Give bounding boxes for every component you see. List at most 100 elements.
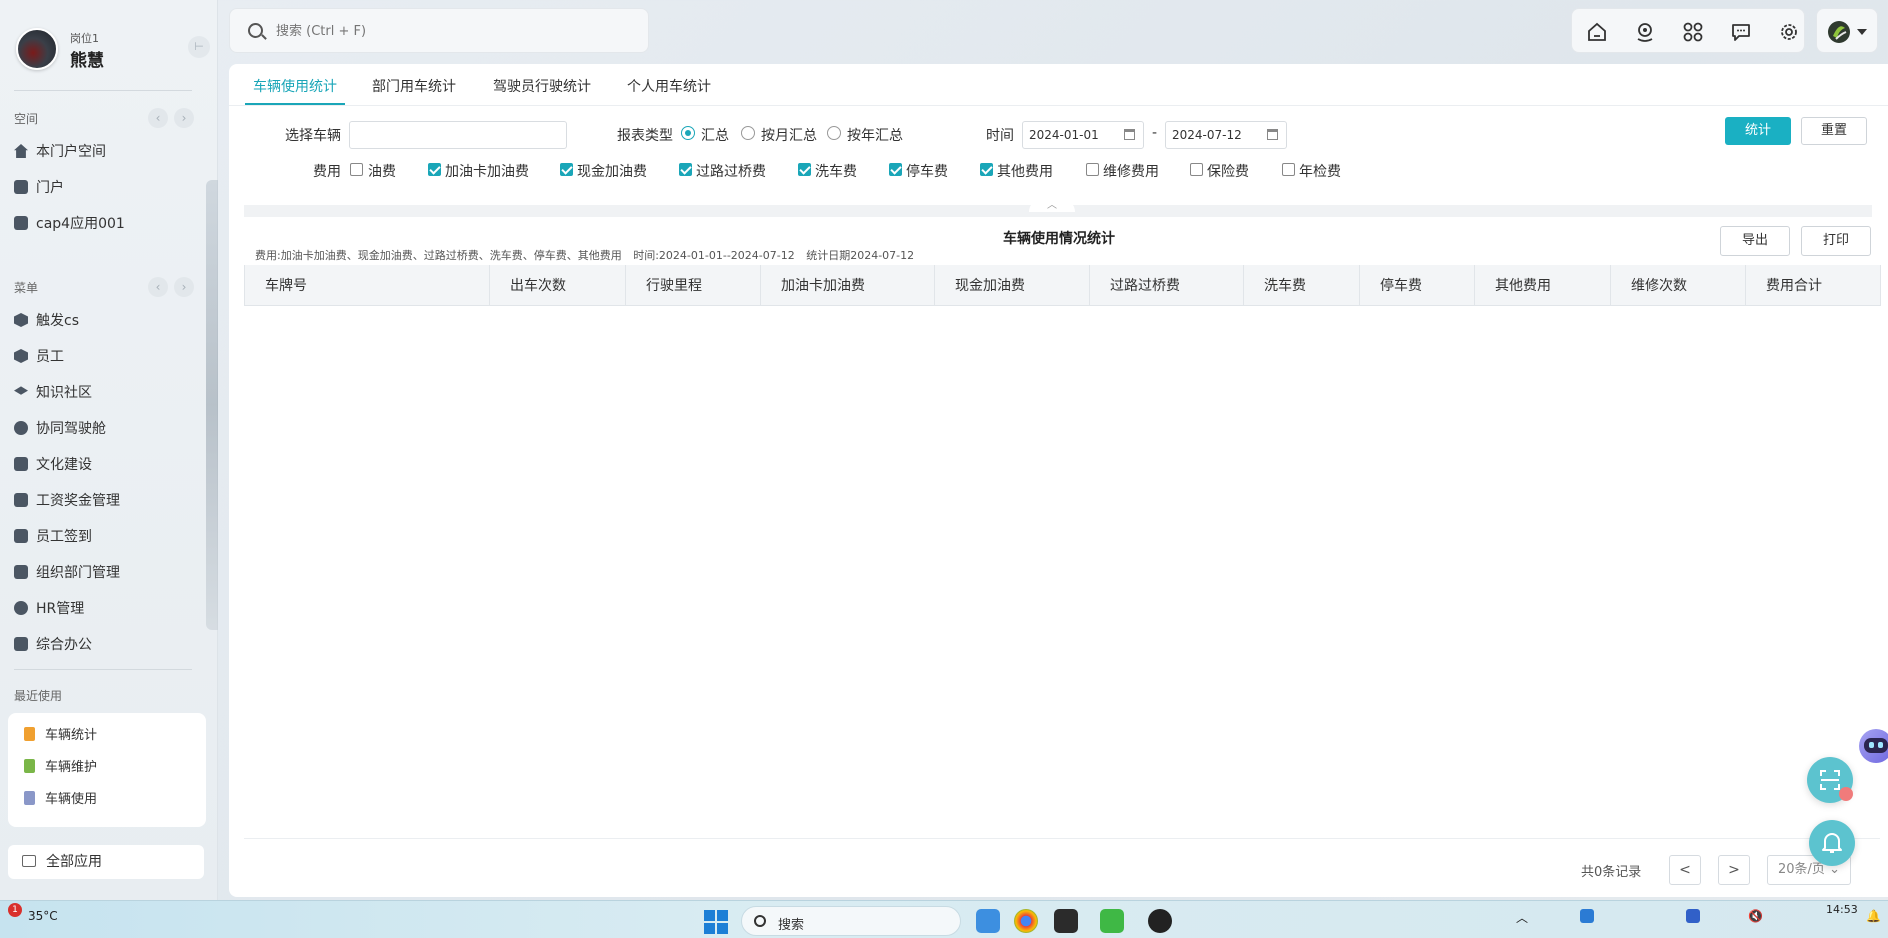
sidebar-collapse-icon[interactable]: ⊢ <box>188 36 210 58</box>
global-search[interactable] <box>229 8 649 53</box>
column-header[interactable]: 费用合计 <box>1745 265 1881 306</box>
tab-vehicle-usage[interactable]: 车辆使用统计 <box>245 76 345 105</box>
sidebar-item-culture[interactable]: 文化建设 <box>14 451 204 479</box>
vehicle-select-input[interactable] <box>349 121 567 149</box>
sidebar-item-cap4-app[interactable]: cap4应用001 <box>14 210 204 238</box>
sidebar-item-space-home[interactable]: 本门户空间 <box>14 138 204 166</box>
date-to-input[interactable]: 2024-07-12 <box>1165 121 1287 149</box>
location-icon[interactable] <box>1634 21 1656 43</box>
column-header[interactable]: 出车次数 <box>489 265 626 306</box>
collapse-filter-icon[interactable]: ︿ <box>1029 198 1075 212</box>
sidebar-item-hr[interactable]: HR管理 <box>14 595 204 623</box>
column-header[interactable]: 停车费 <box>1359 265 1475 306</box>
edge-icon[interactable] <box>976 909 1000 933</box>
volume-mute-icon[interactable]: 🔇 <box>1748 909 1763 923</box>
chevron-left-icon[interactable]: ‹ <box>148 108 168 128</box>
sidebar-item-employee[interactable]: 员工 <box>14 343 204 371</box>
tab-dept-usage[interactable]: 部门用车统计 <box>372 76 456 96</box>
column-header[interactable]: 现金加油费 <box>934 265 1090 306</box>
fee-checkbox-insurance[interactable] <box>1190 163 1203 176</box>
chevron-left-icon[interactable]: ‹ <box>148 277 168 297</box>
weather-temp[interactable]: 35°C <box>28 909 58 923</box>
radio-monthly[interactable] <box>741 126 755 140</box>
radio-summary[interactable] <box>681 126 695 140</box>
sidebar-item-office[interactable]: 综合办公 <box>14 631 204 659</box>
settings-icon[interactable] <box>1778 21 1800 43</box>
search-input[interactable] <box>276 20 626 42</box>
fee-checkbox-label[interactable]: 加油卡加油费 <box>445 161 529 181</box>
fee-checkbox-label[interactable]: 保险费 <box>1207 161 1249 181</box>
tab-personal-usage[interactable]: 个人用车统计 <box>627 76 711 96</box>
sidebar-item-salary[interactable]: 工资奖金管理 <box>14 487 204 515</box>
calendar-icon[interactable] <box>1124 129 1135 140</box>
column-header[interactable]: 过路过桥费 <box>1089 265 1244 306</box>
pager-next-button[interactable]: > <box>1718 855 1750 885</box>
all-apps-button[interactable]: 全部应用 <box>8 845 204 879</box>
recent-item-vehicle-usage[interactable]: 车辆使用 <box>24 789 97 811</box>
ai-assistant-icon[interactable] <box>1859 729 1888 763</box>
fee-checkbox-label[interactable]: 洗车费 <box>815 161 857 181</box>
column-header[interactable]: 其他费用 <box>1474 265 1611 306</box>
ide-icon[interactable] <box>1054 909 1078 933</box>
pager-prev-button[interactable]: < <box>1669 855 1701 885</box>
column-header[interactable]: 洗车费 <box>1243 265 1360 306</box>
export-button[interactable]: 导出 <box>1720 226 1790 256</box>
column-header[interactable]: 维修次数 <box>1610 265 1746 306</box>
stat-button[interactable]: 统计 <box>1725 117 1791 145</box>
radio-yearly[interactable] <box>827 126 841 140</box>
fee-checkbox-other[interactable] <box>980 163 993 176</box>
tray-app-icon[interactable] <box>1580 909 1594 923</box>
sidebar-item-checkin[interactable]: 员工签到 <box>14 523 204 551</box>
fee-checkbox-label[interactable]: 现金加油费 <box>577 161 647 181</box>
notification-bell-icon[interactable]: 🔔 <box>1866 909 1881 923</box>
home-icon[interactable] <box>1586 21 1608 43</box>
column-header[interactable]: 行驶里程 <box>625 265 761 306</box>
fee-checkbox-label[interactable]: 其他费用 <box>997 161 1053 181</box>
sidebar-item-portal[interactable]: 门户 <box>14 174 204 202</box>
print-button[interactable]: 打印 <box>1801 226 1871 256</box>
wechat-icon[interactable] <box>1100 909 1124 933</box>
windows-start-icon[interactable] <box>704 910 728 934</box>
tab-driver-mileage[interactable]: 驾驶员行驶统计 <box>493 76 591 96</box>
brand-menu[interactable] <box>1816 8 1878 53</box>
fee-checkbox-cash-fuel[interactable] <box>560 163 573 176</box>
fee-checkbox-label[interactable]: 过路过桥费 <box>696 161 766 181</box>
fee-checkbox-label[interactable]: 维修费用 <box>1103 161 1159 181</box>
notification-button[interactable] <box>1809 820 1855 866</box>
fee-checkbox-fuel[interactable] <box>350 163 363 176</box>
fee-checkbox-label[interactable]: 油费 <box>368 161 396 181</box>
fee-checkbox-carwash[interactable] <box>798 163 811 176</box>
avatar[interactable] <box>16 28 58 70</box>
tray-app-icon[interactable] <box>1686 909 1700 923</box>
sidebar-item-knowledge[interactable]: 知识社区 <box>14 379 204 407</box>
chevron-right-icon[interactable]: › <box>174 277 194 297</box>
user-profile[interactable]: 岗位1 熊慧 ⊢ <box>16 28 210 74</box>
fee-checkbox-toll[interactable] <box>679 163 692 176</box>
fee-checkbox-card-fuel[interactable] <box>428 163 441 176</box>
recent-item-vehicle-stats[interactable]: 车辆统计 <box>24 725 97 747</box>
taskbar-search[interactable]: 搜索 <box>741 906 961 936</box>
fee-checkbox-label[interactable]: 停车费 <box>906 161 948 181</box>
chrome-icon[interactable] <box>1014 909 1038 933</box>
fee-checkbox-label[interactable]: 年检费 <box>1299 161 1341 181</box>
radio-monthly-label[interactable]: 按月汇总 <box>761 125 817 145</box>
tray-expand-icon[interactable]: ︿ <box>1516 909 1528 926</box>
column-header[interactable]: 车牌号 <box>244 265 490 306</box>
apps-grid-icon[interactable] <box>1682 21 1704 43</box>
fee-checkbox-parking[interactable] <box>889 163 902 176</box>
recent-item-vehicle-maintenance[interactable]: 车辆维护 <box>24 757 97 779</box>
fee-checkbox-inspection[interactable] <box>1282 163 1295 176</box>
radio-summary-label[interactable]: 汇总 <box>701 125 729 145</box>
scan-button[interactable] <box>1807 757 1853 803</box>
chat-icon[interactable] <box>1730 21 1752 43</box>
fee-checkbox-repair[interactable] <box>1086 163 1099 176</box>
calendar-icon[interactable] <box>1267 129 1278 140</box>
column-header[interactable]: 加油卡加油费 <box>760 265 935 306</box>
date-from-input[interactable]: 2024-01-01 <box>1022 121 1144 149</box>
sidebar-item-cockpit[interactable]: 协同驾驶舱 <box>14 415 204 443</box>
radio-yearly-label[interactable]: 按年汇总 <box>847 125 903 145</box>
sidebar-item-org[interactable]: 组织部门管理 <box>14 559 204 587</box>
sidebar-item-trigger-cs[interactable]: 触发cs <box>14 307 204 335</box>
qq-icon[interactable] <box>1148 909 1172 933</box>
clock[interactable]: 14:53 <box>1826 903 1858 916</box>
